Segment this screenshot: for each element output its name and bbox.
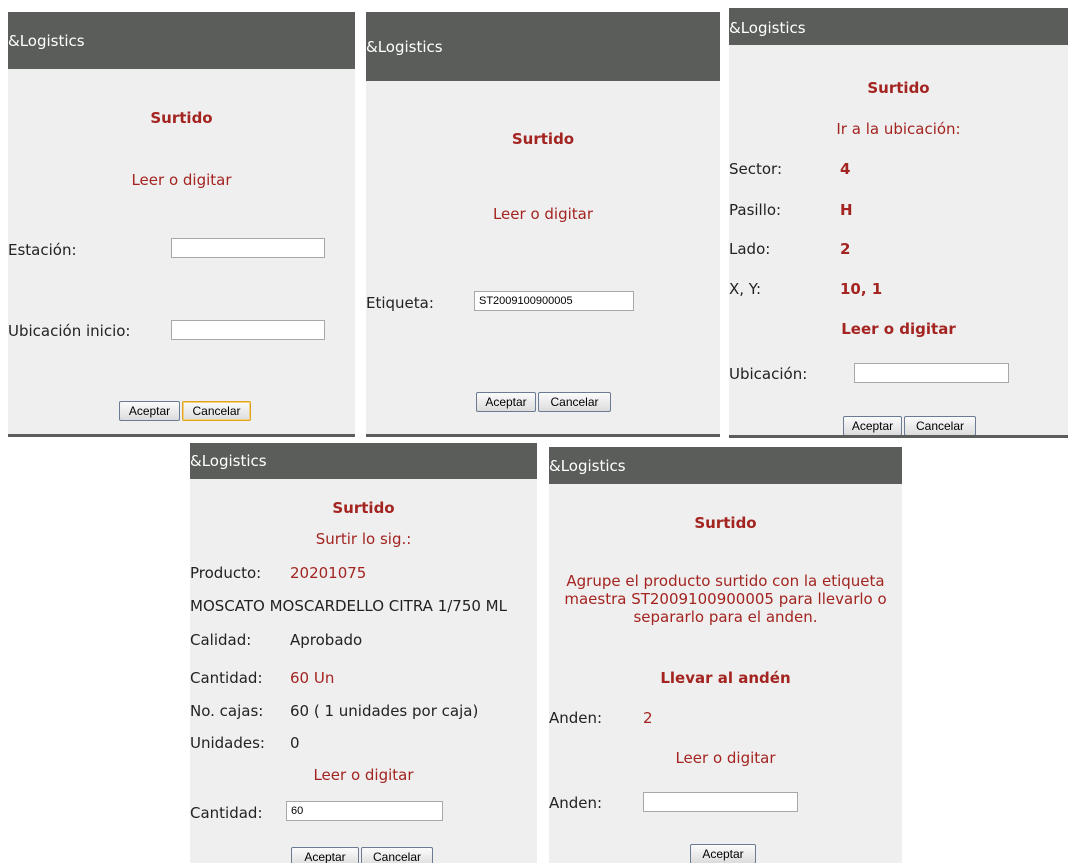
page-title: Surtido bbox=[694, 514, 757, 532]
cantidad-value: 60 Un bbox=[290, 669, 335, 687]
anden-input[interactable] bbox=[643, 792, 798, 812]
etiqueta-input[interactable] bbox=[474, 291, 634, 311]
cancel-button[interactable]: Cancelar bbox=[904, 416, 976, 436]
producto-label: Producto: bbox=[190, 564, 262, 582]
cantidad-label: Cantidad: bbox=[190, 669, 263, 687]
calidad-value: Aprobado bbox=[290, 631, 363, 649]
cajas-value: 60 ( 1 unidades por caja) bbox=[290, 702, 479, 720]
ubicacion-input[interactable] bbox=[854, 363, 1009, 383]
pasillo-value: H bbox=[840, 201, 853, 219]
screen-estacion: &Logistics Surtido Leer o digitar Estaci… bbox=[8, 12, 355, 437]
unidades-label: Unidades: bbox=[190, 734, 265, 752]
xy-value: 10, 1 bbox=[840, 280, 883, 298]
calidad-label: Calidad: bbox=[190, 631, 252, 649]
product-description: MOSCATO MOSCARDELLO CITRA 1/750 ML bbox=[190, 597, 507, 615]
accept-button[interactable]: Aceptar bbox=[690, 844, 756, 863]
ubicacion-label: Ubicación: bbox=[729, 365, 808, 383]
accept-button[interactable]: Aceptar bbox=[843, 416, 902, 436]
llevar-anden-title: Llevar al andén bbox=[660, 669, 791, 687]
app-title: &Logistics bbox=[549, 457, 626, 475]
bottom-border bbox=[729, 435, 1068, 438]
cancel-button[interactable]: Cancelar bbox=[538, 392, 611, 412]
page-title: Surtido bbox=[867, 79, 930, 97]
app-header: &Logistics bbox=[729, 8, 1068, 45]
anden-label: Anden: bbox=[549, 709, 603, 727]
scan-prompt: Leer o digitar bbox=[492, 205, 594, 223]
app-title: &Logistics bbox=[190, 452, 267, 470]
estacion-input[interactable] bbox=[171, 238, 325, 258]
app-title: &Logistics bbox=[8, 32, 85, 50]
cantidad-input[interactable] bbox=[286, 801, 443, 821]
bottom-border bbox=[366, 434, 720, 437]
group-message-line-3: separarlo para el anden. bbox=[633, 608, 818, 626]
cancel-button[interactable]: Cancelar bbox=[182, 401, 251, 421]
screen-surtir-producto: &Logistics Surtido Surtir lo sig.: Produ… bbox=[190, 443, 537, 863]
group-message-line-2: maestra ST2009100900005 para llevarlo o bbox=[564, 590, 887, 608]
pasillo-label: Pasillo: bbox=[729, 201, 782, 219]
cantidad-input-label: Cantidad: bbox=[190, 804, 263, 822]
ubicacion-inicio-label: Ubicación inicio: bbox=[8, 322, 131, 340]
app-header: &Logistics bbox=[366, 12, 720, 81]
sector-label: Sector: bbox=[729, 160, 783, 178]
page-title: Surtido bbox=[332, 499, 395, 517]
anden-value: 2 bbox=[643, 709, 653, 727]
scan-prompt: Leer o digitar bbox=[841, 320, 956, 338]
app-title: &Logistics bbox=[366, 38, 443, 56]
group-message-line-1: Agrupe el producto surtido con la etique… bbox=[566, 572, 885, 590]
anden-input-label: Anden: bbox=[549, 794, 603, 812]
app-header: &Logistics bbox=[8, 12, 355, 69]
lado-label: Lado: bbox=[729, 240, 771, 258]
subtitle: Ir a la ubicación: bbox=[836, 120, 961, 138]
scan-prompt: Leer o digitar bbox=[675, 749, 776, 767]
app-title: &Logistics bbox=[729, 19, 806, 37]
sector-value: 4 bbox=[840, 160, 851, 178]
accept-button[interactable]: Aceptar bbox=[291, 847, 359, 863]
accept-button[interactable]: Aceptar bbox=[476, 392, 536, 412]
screen-ubicacion: &Logistics Surtido Ir a la ubicación: Se… bbox=[729, 8, 1068, 438]
screen-llevar-anden: &Logistics Surtido Agrupe el producto su… bbox=[549, 447, 902, 863]
app-header: &Logistics bbox=[549, 447, 902, 484]
ubicacion-inicio-input[interactable] bbox=[171, 320, 325, 340]
accept-button[interactable]: Aceptar bbox=[119, 401, 180, 421]
scan-prompt: Leer o digitar bbox=[313, 766, 414, 784]
xy-label: X, Y: bbox=[729, 280, 762, 298]
scan-prompt: Leer o digitar bbox=[131, 171, 232, 189]
page-title: Surtido bbox=[511, 130, 575, 148]
cajas-label: No. cajas: bbox=[190, 702, 264, 720]
subtitle: Surtir lo sig.: bbox=[315, 530, 412, 548]
bottom-border bbox=[8, 434, 355, 437]
etiqueta-label: Etiqueta: bbox=[366, 294, 434, 312]
estacion-label: Estación: bbox=[8, 241, 77, 259]
app-header: &Logistics bbox=[190, 443, 537, 479]
producto-value: 20201075 bbox=[290, 564, 367, 582]
cancel-button[interactable]: Cancelar bbox=[361, 847, 433, 863]
unidades-value: 0 bbox=[290, 734, 300, 752]
screen-etiqueta: &Logistics Surtido Leer o digitar Etique… bbox=[366, 12, 720, 437]
page-title: Surtido bbox=[150, 109, 213, 127]
lado-value: 2 bbox=[840, 240, 851, 258]
